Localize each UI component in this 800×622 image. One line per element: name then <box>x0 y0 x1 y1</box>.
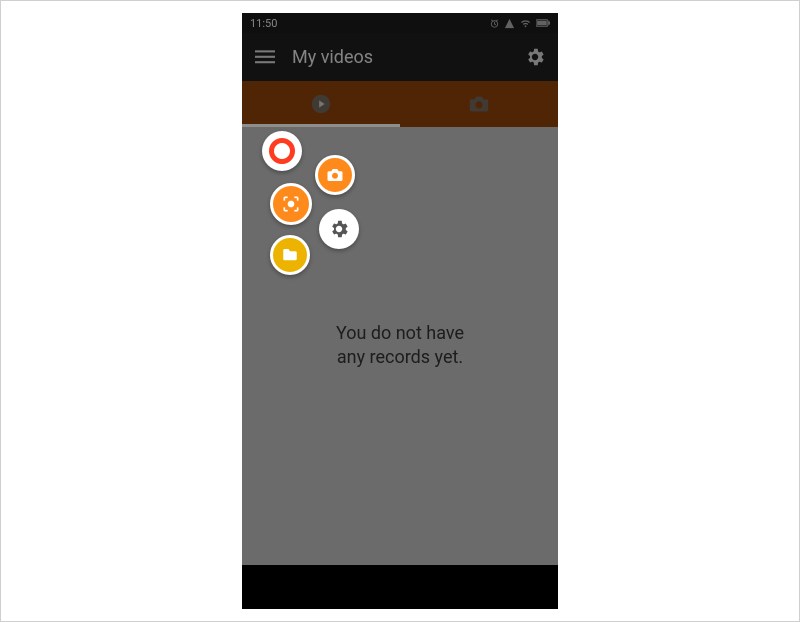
menu-button[interactable] <box>254 46 276 68</box>
android-nav-bar <box>242 565 558 609</box>
page-title: My videos <box>292 47 508 68</box>
toolbox-icon <box>281 194 301 214</box>
tab-bar <box>242 81 558 127</box>
alarm-icon <box>489 18 500 29</box>
signal-icon <box>504 18 515 29</box>
bubble-settings-button[interactable] <box>319 209 359 249</box>
empty-line1: You do not have <box>336 322 464 346</box>
bubble-folder-button[interactable] <box>270 235 310 275</box>
bubble-screenshot-button[interactable] <box>315 155 355 195</box>
camera-small-icon <box>326 166 344 184</box>
settings-button[interactable] <box>524 46 546 68</box>
camera-icon <box>467 93 491 115</box>
gear-icon <box>524 46 546 68</box>
battery-icon <box>536 18 550 28</box>
tab-videos[interactable] <box>242 81 400 127</box>
gear-small-icon <box>328 218 350 240</box>
app-bar: My videos <box>242 33 558 81</box>
bubble-record-button[interactable] <box>262 131 302 171</box>
status-icons <box>489 18 550 29</box>
hamburger-icon <box>255 47 275 67</box>
bubble-toolbox-button[interactable] <box>270 183 312 225</box>
folder-icon <box>281 246 299 264</box>
phone-screen: 11:50 My videos <box>242 13 558 609</box>
empty-state-text: You do not have any records yet. <box>336 322 464 371</box>
play-icon <box>310 93 332 115</box>
status-bar: 11:50 <box>242 13 558 33</box>
wifi-icon <box>519 18 532 29</box>
record-icon <box>269 138 295 164</box>
page-frame: 11:50 My videos <box>0 0 800 622</box>
status-time: 11:50 <box>250 17 277 30</box>
empty-line2: any records yet. <box>336 346 464 370</box>
tab-photos[interactable] <box>400 81 558 127</box>
